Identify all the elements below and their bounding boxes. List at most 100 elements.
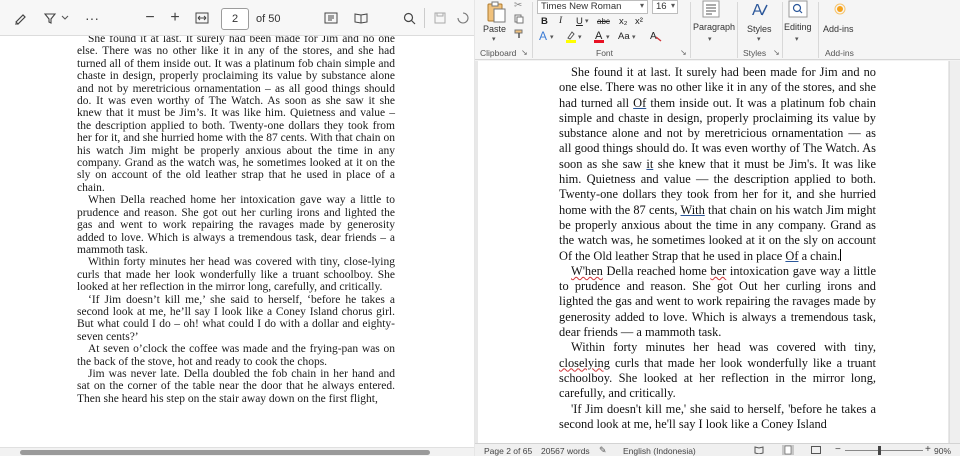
proofing-icon[interactable]: ✎ — [599, 445, 607, 456]
pdf-paragraph: ‘If Jim doesn’t kill me,’ she said to he… — [77, 293, 395, 343]
ribbon-divider — [818, 2, 819, 58]
spelling-flag[interactable]: ber — [710, 264, 726, 278]
horizontal-scrollbar[interactable] — [0, 447, 474, 456]
dialog-launcher-icon[interactable]: ↘ — [521, 48, 528, 57]
vertical-scrollbar[interactable] — [949, 61, 960, 443]
spelling-flag[interactable]: W'hen — [571, 264, 603, 278]
print-layout-icon[interactable] — [782, 445, 794, 456]
cut-icon[interactable]: ✂ — [514, 0, 522, 11]
chevron-down-icon[interactable]: ▾ — [606, 33, 610, 41]
paragraph-button[interactable]: Paragraph — [693, 22, 735, 32]
read-mode-icon[interactable] — [754, 446, 764, 456]
chevron-down-icon[interactable]: ▾ — [578, 33, 582, 41]
zoom-level[interactable]: 90% — [934, 446, 951, 456]
pdf-toolbar: ··· − + 2 of 50 — [0, 0, 474, 36]
chevron-down-icon[interactable]: ▾ — [708, 35, 712, 43]
page-number-input[interactable]: 2 — [221, 8, 249, 30]
more-icon[interactable]: ··· — [84, 6, 100, 30]
underline-button[interactable]: U — [576, 16, 583, 27]
font-color-icon[interactable]: A — [593, 29, 605, 43]
word-count[interactable]: 20567 words — [541, 446, 590, 456]
page-count[interactable]: Page 2 of 65 — [484, 446, 532, 456]
grammar-flag[interactable]: Of — [633, 96, 646, 110]
chevron-down-icon[interactable]: ▾ — [632, 33, 636, 41]
font-name-chevron-icon[interactable]: ▾ — [640, 1, 644, 10]
web-layout-icon[interactable] — [811, 446, 821, 456]
zoom-slider[interactable] — [845, 450, 923, 451]
page-total: of 50 — [256, 13, 281, 25]
superscript-button[interactable]: x² — [635, 16, 643, 27]
zoom-in-icon[interactable]: + — [925, 444, 931, 455]
styles-icon[interactable]: A — [750, 0, 770, 20]
zoom-slider-thumb[interactable] — [878, 446, 881, 455]
word-window: Paste ▾ ✂ Clipboard ↘ Times New Roman ▾ … — [475, 0, 960, 456]
dialog-launcher-icon[interactable]: ↘ — [773, 48, 780, 57]
document-area: She found it at last. It surely had been… — [475, 61, 960, 443]
filter-icon[interactable] — [42, 6, 58, 30]
pdf-paragraph: At seven o’clock the coffee was made and… — [77, 343, 395, 368]
highlight-color-icon[interactable] — [565, 30, 577, 43]
scrollbar-thumb[interactable] — [20, 450, 430, 455]
zoom-in-icon[interactable]: + — [168, 6, 182, 30]
draw-icon[interactable] — [10, 6, 32, 30]
chevron-down-icon[interactable]: ▾ — [757, 35, 761, 43]
chevron-down-icon[interactable] — [60, 6, 70, 30]
language-indicator[interactable]: English (Indonesia) — [623, 446, 696, 456]
document-paragraph[interactable]: 'If Jim doesn't kill me,' she said to he… — [559, 402, 876, 433]
chevron-down-icon[interactable]: ▾ — [492, 35, 496, 43]
italic-button[interactable]: I — [559, 16, 562, 26]
ribbon-divider — [532, 2, 533, 58]
zoom-out-icon[interactable]: − — [143, 6, 157, 30]
text-run: Within forty minutes her head was covere… — [571, 340, 876, 355]
copy-icon[interactable] — [514, 14, 524, 26]
clipboard-group-label: Clipboard — [480, 48, 517, 58]
font-size-chevron-icon[interactable]: ▾ — [671, 1, 675, 10]
search-icon[interactable] — [788, 0, 808, 18]
pdf-page-text: She found it at last. It surely had been… — [77, 36, 395, 405]
text-fit-icon[interactable] — [322, 6, 340, 30]
spelling-flag[interactable]: closelying — [559, 356, 610, 370]
save-icon[interactable] — [432, 6, 448, 30]
document-text[interactable]: She found it at last. It surely had been… — [559, 65, 876, 432]
text-effects-icon[interactable]: A — [539, 29, 547, 43]
fit-width-icon[interactable] — [193, 6, 211, 30]
format-painter-icon[interactable] — [514, 29, 524, 41]
add-ins-group-label: Add-ins — [825, 48, 854, 58]
immersive-reader-icon[interactable] — [352, 6, 370, 30]
chevron-down-icon[interactable]: ▾ — [585, 17, 589, 25]
ribbon-divider — [690, 2, 691, 58]
search-icon[interactable] — [401, 6, 417, 30]
paste-icon[interactable] — [485, 1, 507, 23]
font-name-dropdown[interactable]: Times New Roman — [537, 0, 648, 14]
pdf-paragraph: Jim was never late. Della doubled the fo… — [77, 367, 395, 405]
chevron-down-icon[interactable]: ▾ — [550, 33, 554, 41]
status-bar: Page 2 of 65 20567 words ✎ English (Indo… — [475, 443, 960, 456]
zoom-out-icon[interactable]: − — [835, 444, 841, 455]
grammar-flag[interactable]: Of — [785, 249, 798, 263]
text-run: a chain. — [798, 248, 841, 263]
editing-button[interactable]: Editing — [784, 22, 812, 32]
document-paragraph[interactable]: She found it at last. It surely had been… — [559, 65, 876, 264]
bold-button[interactable]: B — [541, 16, 548, 27]
strikethrough-button[interactable]: abc — [597, 17, 610, 26]
add-ins-icon[interactable] — [833, 2, 847, 16]
pdf-paragraph: When Della reached home her intoxication… — [77, 194, 395, 256]
pdf-viewer: ··· − + 2 of 50 She found it at last. It… — [0, 0, 474, 456]
chevron-down-icon[interactable]: ▾ — [795, 35, 799, 43]
change-case-button[interactable]: Aa — [618, 31, 630, 42]
styles-button[interactable]: Styles — [747, 24, 772, 34]
document-paragraph[interactable]: Within forty minutes her head was covere… — [559, 340, 876, 401]
add-ins-button[interactable]: Add-ins — [823, 24, 854, 34]
grammar-flag[interactable]: With — [681, 203, 705, 217]
dialog-launcher-icon[interactable]: ↘ — [680, 48, 687, 57]
clear-formatting-icon[interactable]: A — [650, 30, 662, 42]
document-page[interactable]: She found it at last. It surely had been… — [478, 61, 948, 443]
document-paragraph[interactable]: W'hen Della reached home ber intoxicatio… — [559, 264, 876, 340]
paragraph-icon[interactable] — [702, 0, 720, 18]
svg-text:A: A — [752, 2, 763, 19]
more-options-icon[interactable] — [456, 6, 470, 30]
home-ribbon: Paste ▾ ✂ Clipboard ↘ Times New Roman ▾ … — [475, 0, 960, 60]
paste-button[interactable]: Paste — [483, 24, 506, 34]
subscript-button[interactable]: x₂ — [619, 16, 627, 27]
ribbon-divider — [782, 2, 783, 58]
